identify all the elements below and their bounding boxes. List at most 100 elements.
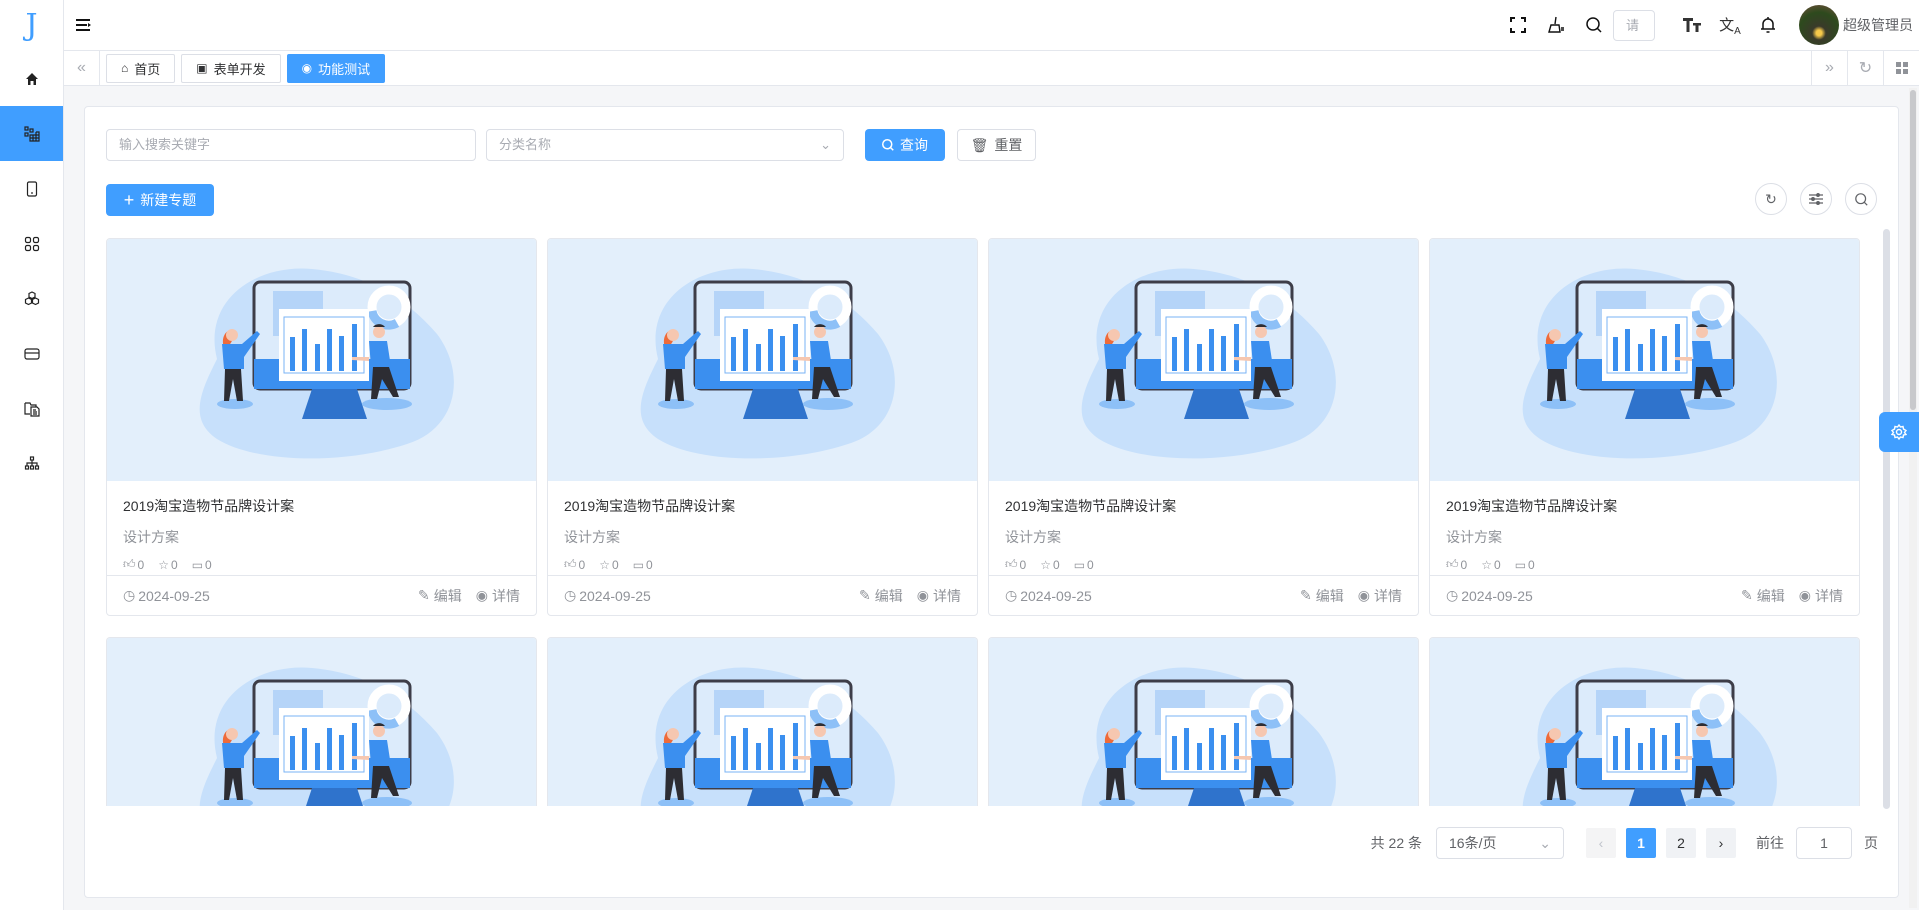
page-unit: 页 (1864, 835, 1878, 851)
pagination: 共 22 条 16条/页 ⌄ ‹ 1 2 › 前往 1 页 (1371, 827, 1878, 859)
menu-toggle-icon[interactable] (76, 15, 96, 35)
content-panel: 输入搜索关键字 分类名称 ⌄ 查询 🗑 重置 + 新建专题 ↻ 2019淘宝造物节品牌… (84, 106, 1899, 898)
keyword-search-input[interactable]: 输入搜索关键字 (106, 129, 476, 161)
tabs-scroll-right-icon[interactable]: » (1811, 50, 1847, 86)
likes[interactable]: 👍︎ 0 (1005, 557, 1026, 572)
stars[interactable]: ☆ 0 (1481, 557, 1500, 572)
total-count: 共 22 条 (1370, 835, 1422, 851)
edit-icon: ✎ (1741, 587, 1753, 603)
query-button[interactable]: 查询 (865, 129, 945, 161)
theme-settings-button[interactable] (1879, 412, 1919, 452)
sidebar-item-org-tree[interactable] (0, 436, 63, 491)
page-2-button[interactable]: 2 (1666, 828, 1696, 858)
card-illustration (107, 638, 536, 806)
detail-button[interactable]: ◉ 详情 (476, 586, 520, 606)
stars[interactable]: ☆ 0 (158, 557, 177, 572)
form-icon: ▣ (196, 61, 208, 75)
page-1-button[interactable]: 1 (1626, 828, 1656, 858)
column-settings-button[interactable] (1800, 183, 1832, 215)
card-illustration (989, 638, 1418, 806)
new-topic-button[interactable]: + 新建专题 (106, 184, 214, 216)
edit-button[interactable]: ✎ 编辑 (859, 586, 903, 606)
comments[interactable]: ▭ 0 (1515, 557, 1535, 572)
detail-button[interactable]: ◉ 详情 (1358, 586, 1402, 606)
clock-icon: ◷ (123, 587, 136, 603)
sidebar-item-card[interactable] (0, 326, 63, 381)
likes[interactable]: 👍︎ 0 (1446, 557, 1467, 572)
sidebar-item-home[interactable] (0, 51, 63, 106)
card-date: 2024-09-25 (1020, 587, 1092, 604)
edit-button[interactable]: ✎ 编辑 (1300, 586, 1344, 606)
star-icon: ☆ (1481, 557, 1492, 572)
eye-icon: ◉ (1357, 587, 1370, 603)
tab-2[interactable]: ◉ 功能测试 (286, 53, 386, 83)
bell-icon[interactable] (1752, 9, 1784, 41)
page-size-select[interactable]: 16条/页 ⌄ (1436, 827, 1564, 859)
card-illustration (1430, 638, 1859, 806)
stars[interactable]: ☆ 0 (599, 557, 618, 572)
clock-icon: ◷ (564, 587, 577, 603)
sidebar-item-apps[interactable] (0, 216, 63, 271)
topic-card[interactable] (1429, 637, 1860, 806)
comments[interactable]: ▭ 0 (192, 557, 212, 572)
query-label: 查询 (900, 137, 928, 153)
app-logo[interactable]: J (0, 0, 63, 51)
prev-page-button[interactable]: ‹ (1586, 828, 1616, 858)
chevron-down-icon: ⌄ (820, 137, 831, 152)
detail-button[interactable]: ◉ 详情 (917, 586, 961, 606)
topic-card[interactable] (988, 637, 1419, 806)
edit-icon: ✎ (859, 587, 871, 603)
stars[interactable]: ☆ 0 (1040, 557, 1059, 572)
tablet-icon (26, 180, 37, 197)
topic-card[interactable]: 2019淘宝造物节品牌设计案 设计方案 👍︎ 0 ☆ 0 ▭ 0 ◷ 2024-09-25 … (1429, 238, 1860, 616)
sidebar-item-documents[interactable] (0, 381, 63, 436)
edit-button[interactable]: ✎ 编辑 (1741, 586, 1785, 606)
likes[interactable]: 👍︎ 0 (564, 557, 585, 572)
sidebar-item-cubes[interactable] (0, 271, 63, 326)
eye-icon: ◉ (301, 61, 313, 75)
card-illustration (548, 239, 977, 481)
tab-menu-grid-icon[interactable] (1883, 50, 1919, 86)
user-avatar[interactable] (1799, 5, 1839, 45)
goto-page-input[interactable]: 1 (1796, 827, 1852, 859)
topic-card[interactable]: 2019淘宝造物节品牌设计案 设计方案 👍︎ 0 ☆ 0 ▭ 0 ◷ 2024-09-25 … (547, 238, 978, 616)
eye-icon: ◉ (475, 587, 488, 603)
reset-button[interactable]: 🗑 重置 (957, 129, 1036, 161)
likes[interactable]: 👍︎ 0 (123, 557, 144, 572)
user-name[interactable]: 超级管理员 (1843, 15, 1913, 35)
translate-icon[interactable]: 文A (1714, 9, 1746, 41)
topic-card[interactable] (547, 637, 978, 806)
sidebar-item-grid-chart[interactable] (0, 106, 63, 161)
clock-icon: ◷ (1446, 587, 1459, 603)
header-search-input[interactable]: 请 (1613, 9, 1655, 41)
edit-icon: ✎ (418, 587, 430, 603)
thumbs-up-icon: 👍︎ (564, 557, 577, 571)
tabs-scroll-left-icon[interactable]: « (64, 50, 100, 86)
comment-icon: ▭ (1514, 557, 1527, 572)
card-grid: 2019淘宝造物节品牌设计案 设计方案 👍︎ 0 ☆ 0 ▭ 0 ◷ 2024-09-25 … (106, 238, 1860, 806)
comments[interactable]: ▭ 0 (1074, 557, 1094, 572)
detail-button[interactable]: ◉ 详情 (1799, 586, 1843, 606)
card-category: 设计方案 (1005, 529, 1061, 545)
tab-0[interactable]: ⌂ 首页 (106, 53, 176, 83)
topic-card[interactable]: 2019淘宝造物节品牌设计案 设计方案 👍︎ 0 ☆ 0 ▭ 0 ◷ 2024-09-25 … (106, 238, 537, 616)
refresh-tab-icon[interactable]: ↻ (1847, 50, 1883, 86)
page-scrollbar[interactable] (1909, 88, 1917, 908)
font-size-icon[interactable] (1676, 9, 1708, 41)
next-page-button[interactable]: › (1706, 828, 1736, 858)
comments[interactable]: ▭ 0 (633, 557, 653, 572)
clear-cache-broom-icon[interactable] (1540, 9, 1572, 41)
edit-button[interactable]: ✎ 编辑 (418, 586, 462, 606)
toggle-search-button[interactable] (1845, 183, 1877, 215)
tab-1[interactable]: ▣ 表单开发 (181, 53, 281, 83)
fullscreen-icon[interactable] (1502, 9, 1534, 41)
refresh-button[interactable]: ↻ (1755, 183, 1787, 215)
category-select[interactable]: 分类名称 ⌄ (486, 129, 844, 161)
topic-card[interactable]: 2019淘宝造物节品牌设计案 设计方案 👍︎ 0 ☆ 0 ▭ 0 ◷ 2024-09-25 … (988, 238, 1419, 616)
sidebar-item-tablet[interactable] (0, 161, 63, 216)
grid-scrollbar[interactable] (1883, 229, 1890, 809)
topic-card[interactable] (106, 637, 537, 806)
refresh-icon: ↻ (1765, 190, 1777, 207)
search-icon[interactable] (1578, 9, 1610, 41)
card-illustration (548, 638, 977, 806)
